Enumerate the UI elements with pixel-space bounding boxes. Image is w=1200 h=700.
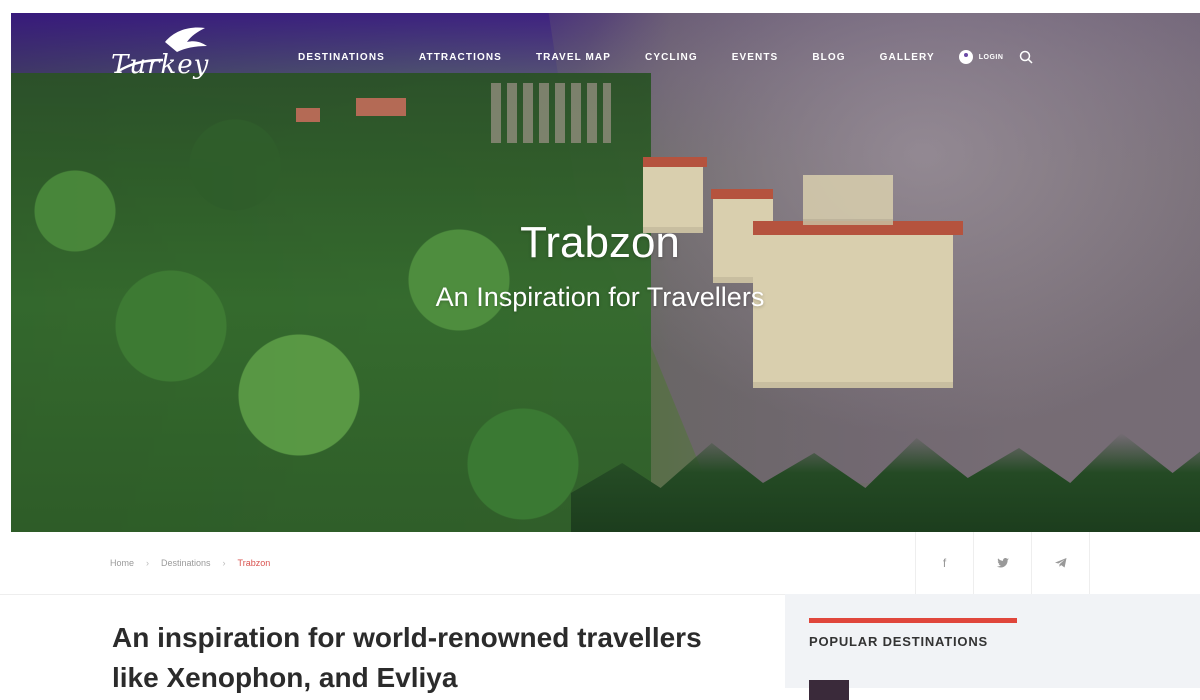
facebook-share-button[interactable]: f bbox=[915, 532, 973, 594]
twitter-share-button[interactable] bbox=[973, 532, 1031, 594]
facebook-icon: f bbox=[942, 556, 947, 570]
telegram-icon bbox=[1054, 558, 1066, 568]
breadcrumb-separator-icon: › bbox=[146, 558, 150, 568]
sidebar-popular-destinations: POPULAR DESTINATIONS bbox=[785, 594, 1200, 700]
nav-attractions[interactable]: ATTRACTIONS bbox=[419, 52, 502, 63]
search-icon[interactable] bbox=[1019, 50, 1033, 64]
logo-text: Turkey bbox=[111, 50, 210, 80]
hero-title: Trabzon bbox=[520, 218, 680, 267]
nav-gallery[interactable]: GALLERY bbox=[880, 52, 935, 63]
breadcrumb-home[interactable]: Home bbox=[110, 558, 134, 568]
hero-aqueduct bbox=[491, 83, 611, 143]
sidebar-title: POPULAR DESTINATIONS bbox=[809, 634, 988, 649]
nav-travel-map[interactable]: TRAVEL MAP bbox=[536, 52, 611, 63]
nav-blog[interactable]: BLOG bbox=[812, 52, 845, 63]
breadcrumb-current: Trabzon bbox=[237, 558, 271, 568]
hero-subtitle: An Inspiration for Travellers bbox=[435, 282, 765, 312]
hero-banner bbox=[11, 13, 1200, 532]
site-logo[interactable]: Turkey bbox=[105, 20, 235, 90]
breadcrumb-separator-icon: › bbox=[222, 558, 226, 568]
login-label: LOGIN bbox=[978, 53, 1004, 61]
sidebar-accent-bar bbox=[809, 618, 1017, 623]
share-buttons: f bbox=[915, 532, 1090, 594]
nav-events[interactable]: EVENTS bbox=[732, 52, 779, 63]
article-title: An inspiration for world-renowned travel… bbox=[112, 622, 702, 693]
user-icon bbox=[958, 50, 973, 64]
nav-cycling[interactable]: CYCLING bbox=[645, 52, 698, 63]
destination-thumbnail[interactable] bbox=[809, 680, 849, 700]
main-nav: DESTINATIONS ATTRACTIONS TRAVEL MAP CYCL… bbox=[298, 50, 1033, 64]
hero-monastery bbox=[643, 153, 963, 403]
login-button[interactable]: LOGIN bbox=[958, 50, 1004, 64]
hero-village bbox=[296, 98, 446, 138]
breadcrumb-destinations[interactable]: Destinations bbox=[161, 558, 211, 568]
twitter-icon bbox=[996, 558, 1009, 568]
telegram-share-button[interactable] bbox=[1031, 532, 1090, 594]
nav-destinations[interactable]: DESTINATIONS bbox=[298, 52, 385, 63]
breadcrumb-bar: Home › Destinations › Trabzon f bbox=[0, 532, 1200, 595]
breadcrumb: Home › Destinations › Trabzon bbox=[110, 558, 270, 568]
